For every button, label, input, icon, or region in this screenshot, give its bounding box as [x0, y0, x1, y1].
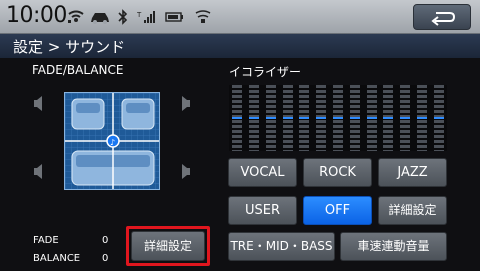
eq-band-level	[366, 117, 377, 119]
eq-band-level	[299, 117, 310, 119]
eq-band-level	[282, 117, 293, 119]
preset-user-button[interactable]: USER	[228, 196, 297, 225]
eq-band-level	[416, 117, 427, 119]
eq-band[interactable]	[232, 85, 243, 151]
svg-text:T: T	[137, 11, 142, 19]
speed-volume-button[interactable]: 車速連動音量	[340, 232, 447, 261]
eq-band-level	[265, 117, 276, 119]
eq-band[interactable]	[299, 85, 310, 151]
eq-band-level	[349, 117, 360, 119]
eq-band[interactable]	[249, 85, 260, 151]
eq-detail-settings-button[interactable]: 詳細設定	[378, 196, 447, 225]
preset-rock-button[interactable]: ROCK	[303, 158, 372, 187]
speaker-rear-right-icon	[182, 164, 190, 179]
back-arrow-icon	[431, 12, 456, 26]
back-button[interactable]	[413, 4, 471, 30]
eq-band[interactable]	[383, 85, 394, 151]
eq-band[interactable]	[349, 85, 360, 151]
eq-band-level	[316, 117, 327, 119]
status-bar: 10:00 T	[0, 0, 480, 34]
eq-band[interactable]	[416, 85, 427, 151]
eq-band-level	[232, 117, 243, 119]
eq-band-level	[249, 117, 260, 119]
signal-icon	[68, 10, 84, 23]
bluetooth-icon	[118, 9, 128, 25]
preset-vocal-button[interactable]: VOCAL	[228, 158, 297, 187]
clock: 10:00	[6, 3, 67, 28]
equalizer-label: イコライザー	[229, 65, 302, 79]
title-bar: 設定 > サウンド	[0, 34, 480, 58]
speaker-front-left-icon	[34, 96, 42, 111]
car-icon	[91, 13, 109, 24]
eq-band[interactable]	[265, 85, 276, 151]
cell-signal-icon: T	[137, 11, 155, 23]
fade-balance-label: FADE/BALANCE	[32, 63, 124, 77]
eq-band[interactable]	[433, 85, 444, 151]
preset-jazz-button[interactable]: JAZZ	[378, 158, 447, 187]
speaker-rear-left-icon	[34, 164, 42, 179]
equalizer-display[interactable]	[229, 85, 447, 151]
gps-signal-icon	[195, 10, 211, 23]
preset-off-button[interactable]: OFF	[303, 196, 372, 225]
page-title: 設定 > サウンド	[13, 38, 126, 56]
eq-band-level	[400, 117, 411, 119]
svg-text:♪: ♪	[110, 138, 115, 147]
fade-balance-pad[interactable]: ♪	[64, 92, 160, 190]
eq-band[interactable]	[333, 85, 343, 151]
fade-value: 0	[102, 235, 109, 246]
highlight-box	[126, 226, 210, 266]
speaker-front-right-icon	[182, 96, 190, 111]
fade-label: FADE	[33, 235, 59, 246]
eq-band-level	[383, 117, 394, 119]
cabin-seats-icon: ♪	[65, 93, 159, 189]
battery-icon	[165, 12, 183, 22]
eq-band[interactable]	[400, 85, 411, 151]
eq-band[interactable]	[366, 85, 377, 151]
eq-band[interactable]	[282, 85, 293, 151]
balance-value: 0	[102, 253, 109, 264]
tone-button[interactable]: TRE・MID・BASS	[228, 232, 335, 261]
eq-band-level	[433, 117, 444, 119]
balance-label: BALANCE	[33, 253, 81, 264]
eq-band[interactable]	[316, 85, 327, 151]
eq-band-level	[333, 117, 343, 119]
